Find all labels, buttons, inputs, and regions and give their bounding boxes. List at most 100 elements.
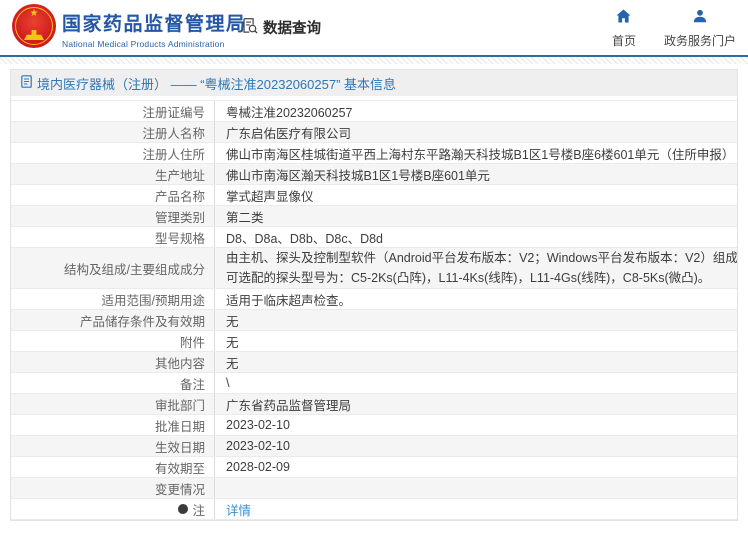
table-row: 管理类别 第二类 xyxy=(11,206,737,227)
comment-icon xyxy=(178,504,189,514)
row-value: 2023-02-10 xyxy=(226,418,290,432)
breadcrumb-text: 境内医疗器械（注册） —— “粤械注准20232060257” 基本信息 xyxy=(37,76,397,92)
table-row: 型号规格 D8、D8a、D8b、D8c、D8d xyxy=(11,227,737,248)
row-label-text: 附件 xyxy=(179,335,205,350)
row-label: 注册人名称 xyxy=(11,122,215,142)
table-row: 附件 无 xyxy=(11,331,737,352)
breadcrumb: 境内医疗器械（注册） —— “粤械注准20232060257” 基本信息 xyxy=(11,70,737,96)
star-icon: ★ xyxy=(29,8,39,19)
row-label: 管理类别 xyxy=(11,206,215,226)
table-row: 备注 \ xyxy=(11,373,737,394)
row-label-text: 有效期至 xyxy=(154,461,205,476)
user-icon xyxy=(693,9,707,28)
row-label: 备注 xyxy=(11,373,215,393)
row-value-line: 可选配的探头型号为：C5-2Ks(凸阵)，L11-4Ks(线阵)，L11-4Gs… xyxy=(226,271,711,285)
row-label: 型号规格 xyxy=(11,227,215,247)
row-label: 其他内容 xyxy=(11,352,215,372)
row-label: 变更情况 xyxy=(11,478,215,498)
table-row: 审批部门 广东省药品监督管理局 xyxy=(11,394,737,415)
row-label-text: 结构及组成/主要组成成分 xyxy=(64,262,205,277)
row-label: 注册人住所 xyxy=(11,143,215,163)
data-query-label: 数据查询 xyxy=(263,21,321,37)
table-row: 有效期至 2028-02-09 xyxy=(11,457,737,478)
row-value: \ xyxy=(226,376,230,390)
row-label-text: 审批部门 xyxy=(154,398,205,413)
row-value: 佛山市南海区桂城街道平西上海村东平路瀚天科技城B1区1号楼B座6楼601单元（住… xyxy=(226,147,735,162)
row-label: 有效期至 xyxy=(11,457,215,477)
row-label-text: 注册证编号 xyxy=(142,105,205,120)
row-label-text: 注册人住所 xyxy=(142,147,205,162)
row-label-text: 型号规格 xyxy=(154,231,205,246)
table-row: 注 详情 xyxy=(11,499,737,520)
row-label: 审批部门 xyxy=(11,394,215,414)
nav-gov-portal-label: 政务服务门户 xyxy=(663,34,736,48)
table-row: 批准日期 2023-02-10 xyxy=(11,415,737,436)
document-search-icon xyxy=(241,17,258,38)
agency-title: 国家药品监督管理局 National Medical Products Admi… xyxy=(62,9,247,49)
page: ★ 国家药品监督管理局 National Medical Products Ad… xyxy=(0,0,748,533)
table-row: 其他内容 无 xyxy=(11,352,737,373)
table-row: 生效日期 2023-02-10 xyxy=(11,436,737,457)
table-row: 变更情况 xyxy=(11,478,737,499)
row-label-text: 产品名称 xyxy=(154,189,205,204)
row-value: 第二类 xyxy=(226,210,264,225)
row-value: 无 xyxy=(226,314,239,329)
row-value: D8、D8a、D8b、D8c、D8d xyxy=(226,231,384,246)
row-label-text: 批准日期 xyxy=(154,419,205,434)
row-value: 2023-02-10 xyxy=(226,439,290,453)
row-value: 掌式超声显像仪 xyxy=(226,189,314,204)
row-value: 佛山市南海区瀚天科技城B1区1号楼B座601单元 xyxy=(226,168,490,183)
info-table: 注册证编号 粤械注准20232060257 注册人名称 广东启佑医疗有限公司 注… xyxy=(11,100,737,520)
row-value xyxy=(215,478,737,498)
row-value: 无 xyxy=(226,335,239,350)
agency-name-cn: 国家药品监督管理局 xyxy=(62,14,247,35)
agency-name-en: National Medical Products Administration xyxy=(62,39,225,49)
row-label: 批准日期 xyxy=(11,415,215,435)
detail-link[interactable]: 详情 xyxy=(226,500,737,519)
nav-home[interactable]: 首页 xyxy=(612,9,636,49)
row-label-text: 注册人名称 xyxy=(142,126,205,141)
row-label: 注 xyxy=(11,499,215,519)
data-query-nav[interactable]: 数据查询 xyxy=(241,0,321,55)
table-row: 生产地址 佛山市南海区瀚天科技城B1区1号楼B座601单元 xyxy=(11,164,737,185)
table-row: 注册证编号 粤械注准20232060257 xyxy=(11,101,737,122)
table-row: 产品名称 掌式超声显像仪 xyxy=(11,185,737,206)
row-label: 适用范围/预期用途 xyxy=(11,289,215,309)
row-value: 2028-02-09 xyxy=(226,460,290,474)
row-label: 结构及组成/主要组成成分 xyxy=(11,248,215,288)
row-label-text: 产品储存条件及有效期 xyxy=(79,314,205,329)
row-label-text: 变更情况 xyxy=(154,482,205,497)
row-label-text: 生效日期 xyxy=(154,440,205,455)
table-row: 注册人名称 广东启佑医疗有限公司 xyxy=(11,122,737,143)
row-value: 详情 xyxy=(215,499,737,519)
row-label-text: 注 xyxy=(192,503,205,518)
row-label: 产品名称 xyxy=(11,185,215,205)
home-icon xyxy=(616,9,631,28)
row-label: 生产地址 xyxy=(11,164,215,184)
row-value: 粤械注准20232060257 xyxy=(226,105,353,120)
header-divider xyxy=(0,55,748,64)
site-header: ★ 国家药品监督管理局 National Medical Products Ad… xyxy=(0,0,748,55)
row-label-text: 生产地址 xyxy=(154,168,205,183)
table-row: 产品储存条件及有效期 无 xyxy=(11,310,737,331)
row-value: 无 xyxy=(226,356,239,371)
nmpa-emblem-icon: ★ xyxy=(12,4,56,48)
row-value: 适用于临床超声检查。 xyxy=(226,293,352,308)
table-row: 适用范围/预期用途 适用于临床超声检查。 xyxy=(11,289,737,310)
content-panel: 境内医疗器械（注册） —— “粤械注准20232060257” 基本信息 注册证… xyxy=(10,69,738,521)
row-value: 广东省药品监督管理局 xyxy=(226,398,352,413)
row-value-line: 由主机、探头及控制型软件（Android平台发布版本：V2；Windows平台发… xyxy=(226,251,737,265)
row-label-text: 其他内容 xyxy=(154,356,205,371)
nav-gov-portal[interactable]: 政务服务门户 xyxy=(664,9,736,49)
row-label-text: 备注 xyxy=(179,377,205,392)
row-value: 由主机、探头及控制型软件（Android平台发布版本：V2；Windows平台发… xyxy=(215,248,737,288)
row-label: 产品储存条件及有效期 xyxy=(11,310,215,330)
row-label-text: 适用范围/预期用途 xyxy=(101,293,205,308)
row-label-text: 管理类别 xyxy=(154,210,205,225)
top-nav: 首页 政务服务门户 xyxy=(612,9,736,49)
agency-logo[interactable]: ★ xyxy=(12,4,56,48)
nav-home-label: 首页 xyxy=(611,34,636,48)
row-label: 生效日期 xyxy=(11,436,215,456)
row-label: 附件 xyxy=(11,331,215,351)
document-icon xyxy=(21,75,32,91)
